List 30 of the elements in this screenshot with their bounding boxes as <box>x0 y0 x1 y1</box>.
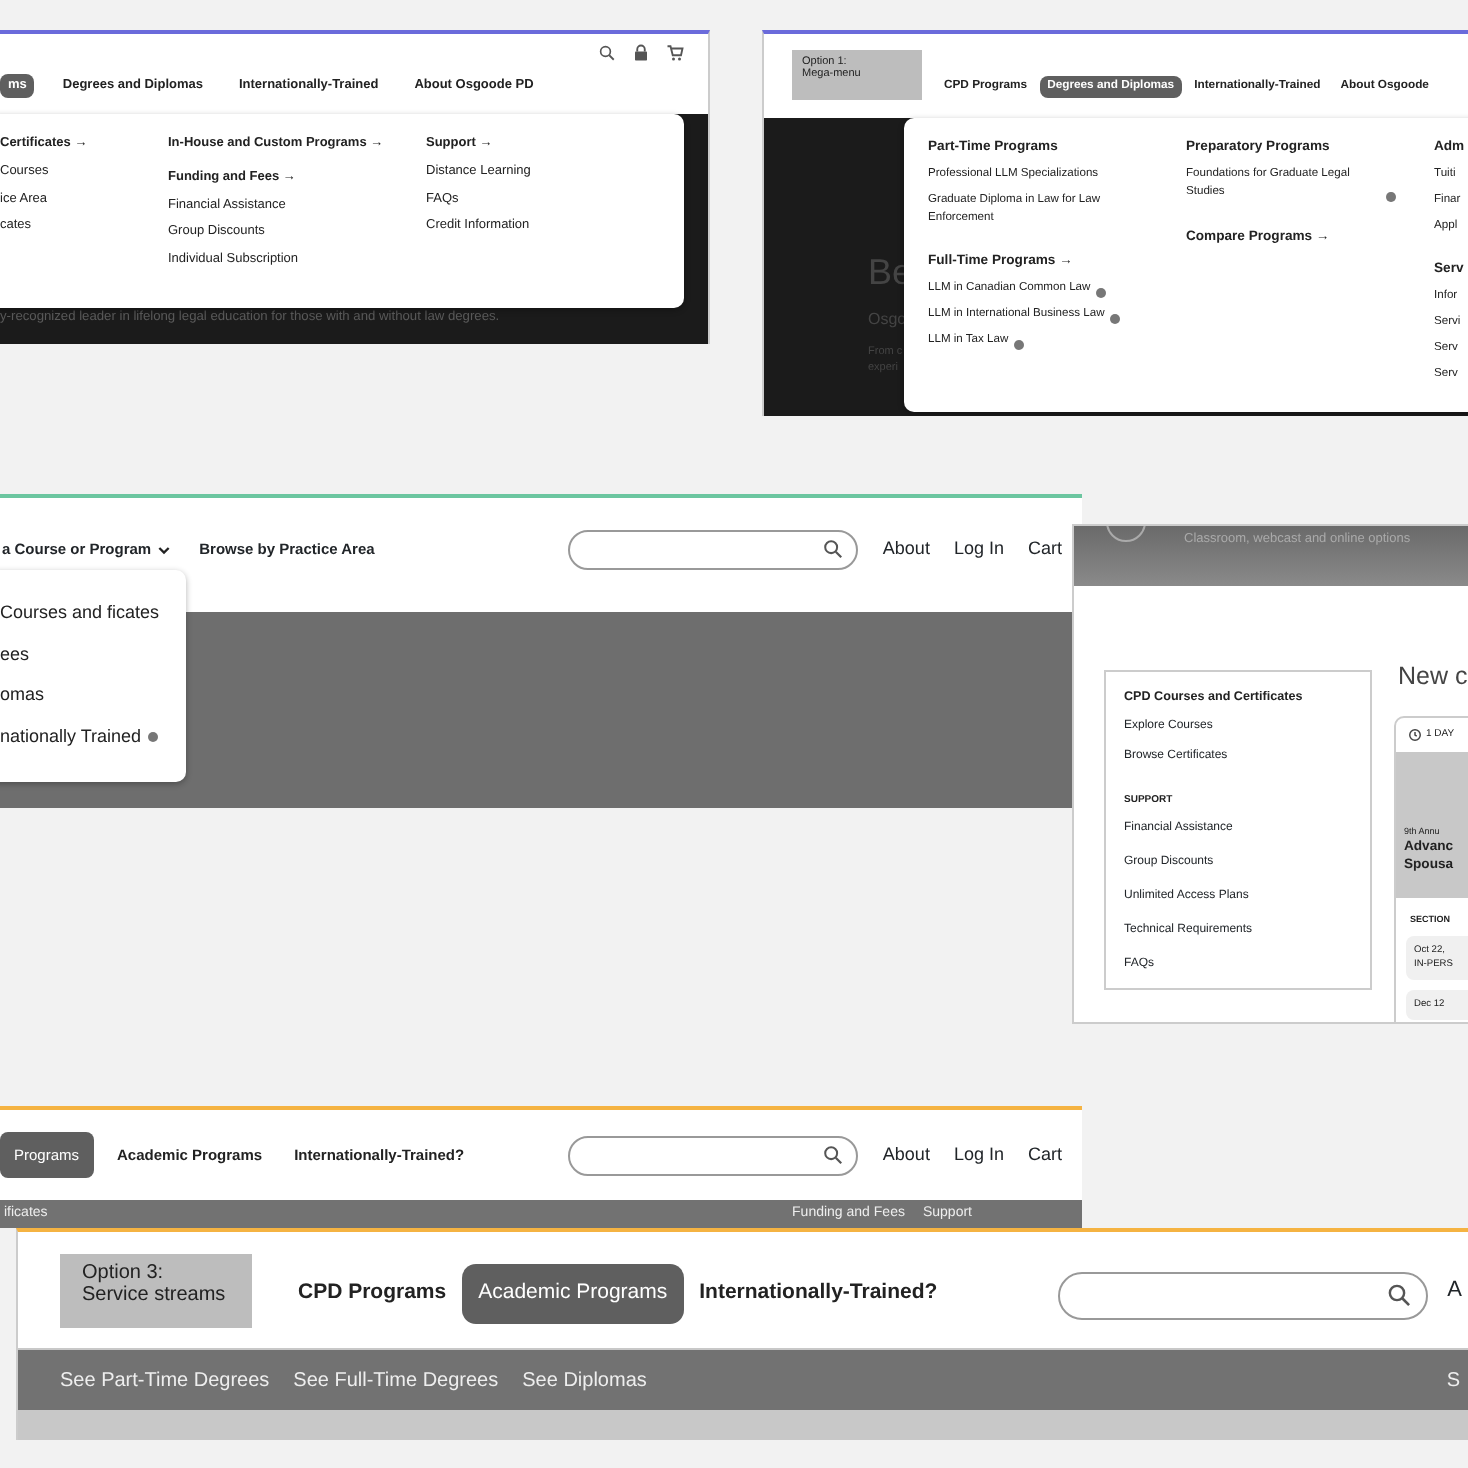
clock-icon <box>1408 728 1422 742</box>
menu-link[interactable]: ees <box>0 641 174 668</box>
header-link[interactable]: Log In <box>953 535 1004 563</box>
section-heading: New c <box>1398 660 1468 694</box>
sub-nav-link[interactable]: See Full-Time Degrees <box>293 1365 499 1395</box>
nav-tab[interactable]: Internationally-Trained? <box>693 1264 944 1324</box>
header-link[interactable]: Cart <box>1027 535 1062 563</box>
search-icon <box>598 44 616 62</box>
nav-tab[interactable]: Academic Programs <box>462 1264 684 1324</box>
header-link[interactable]: About <box>882 1141 930 1169</box>
option-label: Option 3: Service streams <box>60 1253 252 1327</box>
sub-nav-link[interactable]: See Part-Time Degrees <box>60 1365 270 1395</box>
header-link[interactable]: Cart <box>1027 1141 1062 1169</box>
header-link[interactable]: About <box>882 535 930 563</box>
search-icon <box>822 538 845 560</box>
menu-link[interactable]: omas <box>0 682 174 709</box>
search-field[interactable] <box>568 529 859 569</box>
search-field[interactable] <box>1057 1272 1428 1320</box>
cart-icon <box>666 44 684 62</box>
sub-nav-link[interactable]: S <box>1446 1365 1460 1395</box>
lock-icon <box>632 44 650 62</box>
menu-link[interactable]: Courses and ficates <box>0 600 174 627</box>
nav-tab[interactable]: CPD Programs <box>292 1264 453 1324</box>
menu-link[interactable]: nationally Trained <box>0 723 142 750</box>
sub-nav-link[interactable]: See Diplomas <box>522 1365 647 1395</box>
search-field[interactable] <box>568 1135 859 1175</box>
header-link[interactable]: A <box>1447 1273 1462 1307</box>
search-icon <box>1386 1282 1414 1310</box>
search-icon <box>822 1144 845 1166</box>
header-link[interactable]: Log In <box>953 1141 1004 1169</box>
